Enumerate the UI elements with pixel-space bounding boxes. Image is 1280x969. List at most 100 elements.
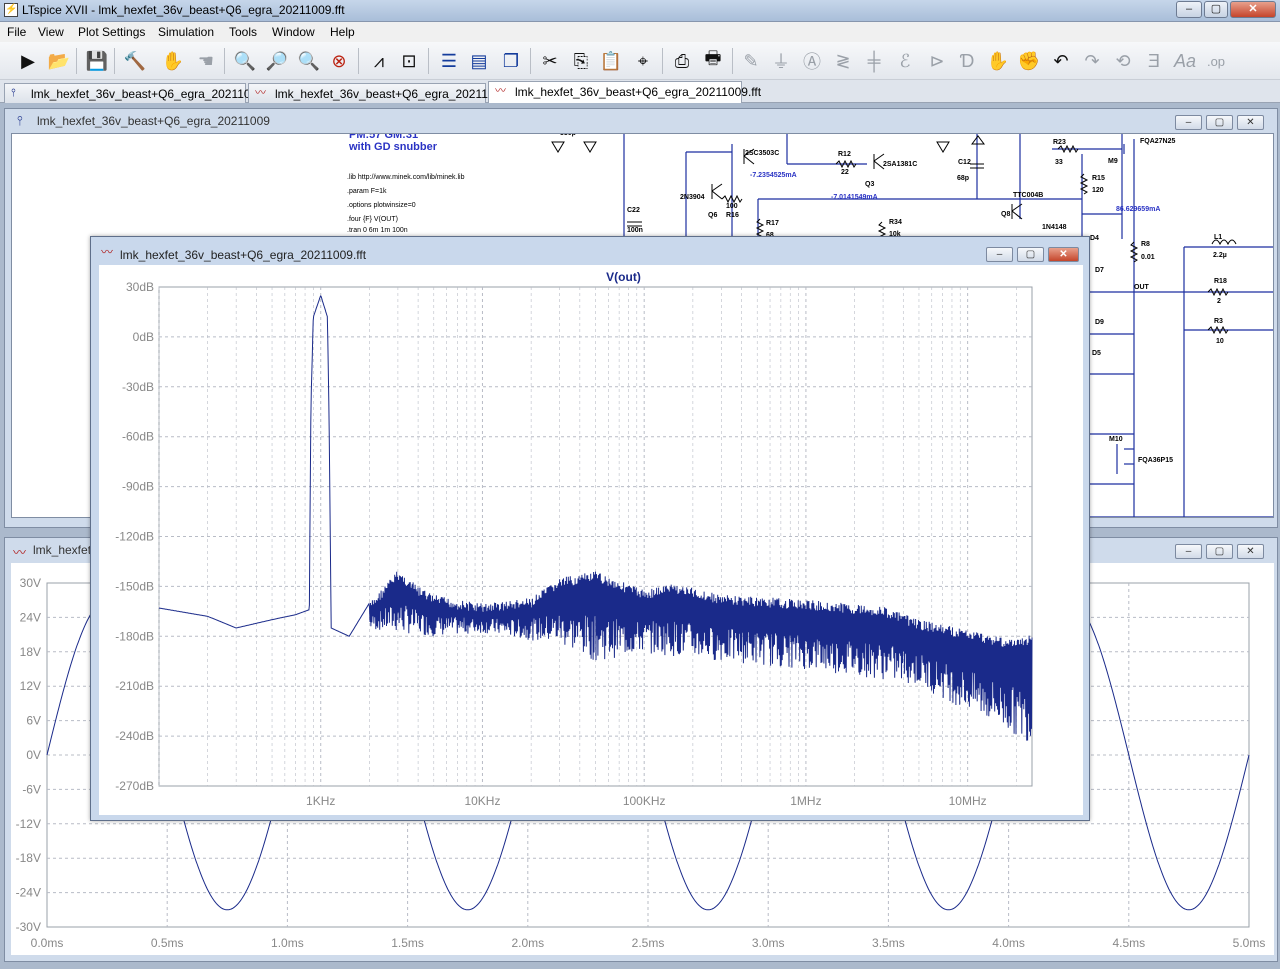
tab-waveform[interactable]: 〰 lmk_hexfet_36v_beast+Q6_egra_20211009 — [248, 83, 508, 103]
zoom-out-icon[interactable]: 🔍 — [296, 48, 322, 74]
run-icon[interactable]: ▶ — [15, 48, 41, 74]
component-label[interactable]: D4 — [1090, 235, 1099, 242]
close-button[interactable]: ✕ — [1230, 1, 1276, 18]
component-label[interactable]: R8 — [1141, 241, 1150, 248]
resistor-icon[interactable]: ≷ — [830, 48, 856, 74]
autorange-icon[interactable]: ⩘ — [366, 48, 392, 74]
component-label[interactable]: 2SA1381C — [883, 161, 917, 168]
open-icon[interactable]: 📂 — [46, 48, 72, 74]
zoom-in-icon[interactable]: 🔍 — [232, 48, 258, 74]
component-label[interactable]: R34 — [889, 219, 902, 226]
restore-button[interactable]: ▢ — [1206, 544, 1233, 559]
print-preview-icon[interactable]: 🖶 — [700, 48, 726, 74]
manual-limits-icon[interactable]: ⊡ — [396, 48, 422, 74]
component-label[interactable]: R18 — [1214, 278, 1227, 285]
fft-chart[interactable]: 30dB 0dB -30dB -60dB -90dB -120dB -150dB -180dB… — [99, 265, 1083, 815]
pan-icon[interactable]: ☚ — [193, 48, 219, 74]
component-label[interactable]: D7 — [1095, 267, 1104, 274]
component-label[interactable]: 120 — [1092, 187, 1104, 194]
component-label[interactable]: Q8 — [1001, 211, 1010, 218]
component-label[interactable]: 10 — [1216, 338, 1224, 345]
minimize-button[interactable]: – — [986, 247, 1013, 262]
component-label[interactable]: C12 — [958, 159, 971, 166]
fft-window[interactable]: 〰 lmk_hexfet_36v_beast+Q6_egra_20211009.… — [90, 236, 1090, 821]
tab-schematic[interactable]: ⫯ lmk_hexfet_36v_beast+Q6_egra_20211009 — [4, 83, 264, 103]
tile-horizontal-icon[interactable]: ☰ — [436, 48, 462, 74]
component-label[interactable]: 2SC3503C — [745, 150, 779, 157]
component-label[interactable]: 68p — [957, 175, 969, 182]
redo-icon[interactable]: ↷ — [1079, 48, 1105, 74]
component-label[interactable]: FQA27N25 — [1140, 138, 1175, 145]
component-label[interactable]: TTC004B — [1013, 192, 1043, 199]
component-label[interactable]: 2 — [1217, 298, 1221, 305]
component-label[interactable]: C22 — [627, 207, 640, 214]
component-icon[interactable]: Ɗ — [954, 48, 980, 74]
menu-window[interactable]: Window — [272, 25, 315, 39]
component-label[interactable]: R16 — [726, 212, 739, 219]
mirror-icon[interactable]: Ǝ — [1141, 48, 1167, 74]
component-label[interactable]: R17 — [766, 220, 779, 227]
component-label[interactable]: FQA36P15 — [1138, 457, 1173, 464]
control-panel-icon[interactable]: 🔨 — [122, 48, 148, 74]
minimize-button[interactable]: – — [1176, 1, 1202, 18]
net-label-out[interactable]: OUT — [1134, 284, 1149, 291]
capacitor-icon[interactable]: ╪ — [861, 48, 887, 74]
restore-button[interactable]: ▢ — [1017, 247, 1044, 262]
restore-button[interactable]: ▢ — [1206, 115, 1233, 130]
cascade-icon[interactable]: ❐ — [498, 48, 524, 74]
diode-icon[interactable]: ⊳ — [924, 48, 950, 74]
menu-help[interactable]: Help — [330, 25, 355, 39]
spice-directive-icon[interactable]: .op — [1203, 48, 1229, 74]
menu-file[interactable]: File — [7, 25, 26, 39]
component-label[interactable]: L1 — [1214, 234, 1222, 241]
component-label[interactable]: 2.2µ — [1213, 252, 1227, 259]
component-label[interactable]: R12 — [838, 151, 851, 158]
inductor-icon[interactable]: ℰ — [892, 48, 918, 74]
close-button[interactable]: ✕ — [1237, 115, 1264, 130]
minimize-button[interactable]: – — [1175, 115, 1202, 130]
restore-button[interactable]: ▢ — [1204, 1, 1228, 18]
menu-tools[interactable]: Tools — [229, 25, 257, 39]
drag-icon[interactable]: ✊ — [1016, 48, 1042, 74]
print-icon[interactable]: ⎙ — [669, 48, 695, 74]
text-icon[interactable]: Aa — [1172, 48, 1198, 74]
component-label[interactable]: 100n — [627, 227, 643, 234]
component-label[interactable]: 2N3904 — [680, 194, 705, 201]
menu-simulation[interactable]: Simulation — [158, 25, 214, 39]
ltspice-logo-icon[interactable]: ⚡ — [4, 3, 18, 17]
move-icon[interactable]: ✋ — [985, 48, 1011, 74]
paste-icon[interactable]: 📋 — [598, 48, 624, 74]
component-label[interactable]: 33 — [1055, 159, 1063, 166]
component-label[interactable]: D9 — [1095, 319, 1104, 326]
rotate-icon[interactable]: ⟲ — [1110, 48, 1136, 74]
component-label[interactable]: 100 — [726, 203, 738, 210]
wire-icon[interactable]: ✎ — [738, 48, 764, 74]
fft-plot[interactable]: 30dB 0dB -30dB -60dB -90dB -120dB -150dB -180dB… — [99, 265, 1083, 815]
menu-plot-settings[interactable]: Plot Settings — [78, 25, 145, 39]
close-button[interactable]: ✕ — [1237, 544, 1264, 559]
component-label[interactable]: R15 — [1092, 175, 1105, 182]
copy-icon[interactable]: ⎘ — [568, 48, 594, 74]
find-icon[interactable]: ⌖ — [630, 48, 656, 74]
component-label[interactable]: 0.01 — [1141, 254, 1155, 261]
save-icon[interactable]: 💾 — [84, 48, 110, 74]
zoom-cancel-icon[interactable]: ⊗ — [326, 48, 352, 74]
minimize-button[interactable]: – — [1175, 544, 1202, 559]
component-label[interactable]: 1N4148 — [1042, 224, 1067, 231]
component-label[interactable]: M10 — [1109, 436, 1123, 443]
component-label[interactable]: Q6 — [708, 212, 717, 219]
tile-vertical-icon[interactable]: ▤ — [466, 48, 492, 74]
component-label[interactable]: M9 — [1108, 158, 1118, 165]
tab-fft[interactable]: 〰 lmk_hexfet_36v_beast+Q6_egra_20211009.… — [488, 81, 761, 103]
halt-icon[interactable]: ✋ — [160, 48, 186, 74]
component-label[interactable]: R3 — [1214, 318, 1223, 325]
label-net-icon[interactable]: Ⓐ — [799, 48, 825, 74]
menu-view[interactable]: View — [38, 25, 64, 39]
component-label[interactable]: 22 — [841, 169, 849, 176]
zoom-area-icon[interactable]: 🔎 — [264, 48, 290, 74]
component-label[interactable]: R23 — [1053, 139, 1066, 146]
undo-icon[interactable]: ↶ — [1048, 48, 1074, 74]
close-button[interactable]: ✕ — [1048, 247, 1079, 262]
component-label[interactable]: D5 — [1092, 350, 1101, 357]
cut-icon[interactable]: ✂ — [537, 48, 563, 74]
